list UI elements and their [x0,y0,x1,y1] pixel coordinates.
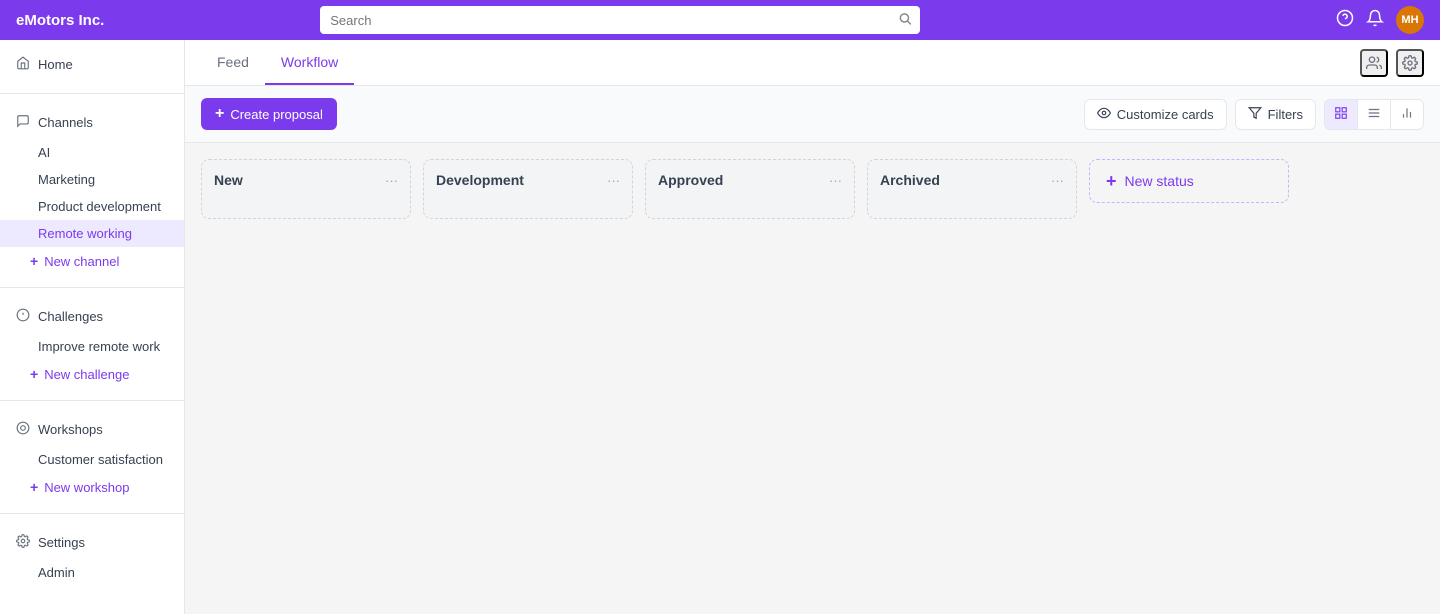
new-challenge-button[interactable]: + New challenge [0,360,184,388]
eye-icon [1097,106,1111,123]
sidebar-item-settings[interactable]: Settings [0,526,184,559]
column-title-archived: Archived [880,172,940,188]
column-header-archived: Archived ··· [868,160,1076,198]
home-label: Home [38,57,73,72]
plus-challenge-icon: + [30,366,38,382]
sidebar-section-home: Home [0,40,184,89]
list-view-button[interactable] [1358,100,1391,129]
sidebar-item-product-dev[interactable]: Product development [0,193,184,220]
sidebar-section-settings: Settings Admin [0,518,184,594]
workflow-toolbar: + Create proposal Customize cards Filter… [185,86,1440,143]
new-channel-label: New channel [44,254,119,269]
customize-label: Customize cards [1117,107,1214,122]
sidebar-item-channels[interactable]: Channels [0,106,184,139]
column-menu-approved[interactable]: ··· [829,173,842,188]
create-proposal-button[interactable]: + Create proposal [201,98,337,130]
new-status-button[interactable]: + New status [1089,159,1289,203]
sidebar-section-workshops: Workshops Customer satisfaction + New wo… [0,405,184,509]
settings-icon [16,534,30,551]
filter-icon [1248,106,1262,123]
grid-view-button[interactable] [1325,100,1358,129]
help-icon[interactable] [1336,9,1354,32]
sidebar-item-customer-satisfaction[interactable]: Customer satisfaction [0,446,184,473]
customize-cards-button[interactable]: Customize cards [1084,99,1227,130]
search-input[interactable] [320,6,920,34]
channels-label: Channels [38,115,93,130]
chart-view-button[interactable] [1391,100,1423,129]
tab-workflow[interactable]: Workflow [265,40,354,85]
tab-bar-right [1360,49,1424,77]
topbar: eMotors Inc. MH [0,0,1440,40]
sidebar: Home Channels AI Marketing Product devel… [0,40,185,614]
column-menu-new[interactable]: ··· [385,173,398,188]
sidebar-item-remote-working[interactable]: Remote working [0,220,184,247]
challenges-label: Challenges [38,309,103,324]
content-area: Feed Workflow + Create proposal [185,40,1440,614]
sidebar-item-marketing[interactable]: Marketing [0,166,184,193]
kanban-column-new: New ··· [201,159,411,219]
tabs: Feed Workflow [201,40,354,85]
sidebar-item-ai[interactable]: AI [0,139,184,166]
kanban-column-development: Development ··· [423,159,633,219]
avatar[interactable]: MH [1396,6,1424,34]
home-icon [16,56,30,73]
settings-label: Settings [38,535,85,550]
people-icon-button[interactable] [1360,49,1388,77]
workshops-label: Workshops [38,422,103,437]
filters-label: Filters [1268,107,1303,122]
notifications-icon[interactable] [1366,9,1384,32]
column-title-approved: Approved [658,172,723,188]
column-header-new: New ··· [202,160,410,198]
column-menu-archived[interactable]: ··· [1051,173,1064,188]
new-channel-button[interactable]: + New channel [0,247,184,275]
tab-feed[interactable]: Feed [201,40,265,85]
plus-status-icon: + [1106,172,1117,190]
sidebar-item-improve-remote[interactable]: Improve remote work [0,333,184,360]
main-layout: Home Channels AI Marketing Product devel… [0,40,1440,614]
column-header-approved: Approved ··· [646,160,854,198]
kanban-column-approved: Approved ··· [645,159,855,219]
column-title-development: Development [436,172,524,188]
new-challenge-label: New challenge [44,367,129,382]
tab-bar: Feed Workflow [185,40,1440,86]
create-label: Create proposal [230,107,323,122]
topbar-right: MH [1336,6,1424,34]
column-menu-development[interactable]: ··· [607,173,620,188]
channels-icon [16,114,30,131]
toolbar-right: Customize cards Filters [1084,99,1424,130]
sidebar-item-workshops[interactable]: Workshops [0,413,184,446]
kanban-area: New ··· Development ··· Approved ··· [185,143,1440,614]
kanban-column-archived: Archived ··· [867,159,1077,219]
new-workshop-button[interactable]: + New workshop [0,473,184,501]
challenges-icon [16,308,30,325]
new-status-label: New status [1125,173,1194,189]
plus-workshop-icon: + [30,479,38,495]
sidebar-section-channels: Channels AI Marketing Product developmen… [0,98,184,283]
view-toggle [1324,99,1424,130]
column-header-development: Development ··· [424,160,632,198]
search-container [320,6,920,34]
gear-icon-button[interactable] [1396,49,1424,77]
search-icon [898,12,912,29]
sidebar-item-home[interactable]: Home [0,48,184,81]
plus-icon: + [30,253,38,269]
sidebar-item-admin[interactable]: Admin [0,559,184,586]
app-title: eMotors Inc. [16,12,104,29]
workshops-icon [16,421,30,438]
column-title-new: New [214,172,243,188]
filters-button[interactable]: Filters [1235,99,1316,130]
sidebar-section-challenges: Challenges Improve remote work + New cha… [0,292,184,396]
sidebar-item-challenges[interactable]: Challenges [0,300,184,333]
plus-create-icon: + [215,105,224,123]
new-workshop-label: New workshop [44,480,129,495]
